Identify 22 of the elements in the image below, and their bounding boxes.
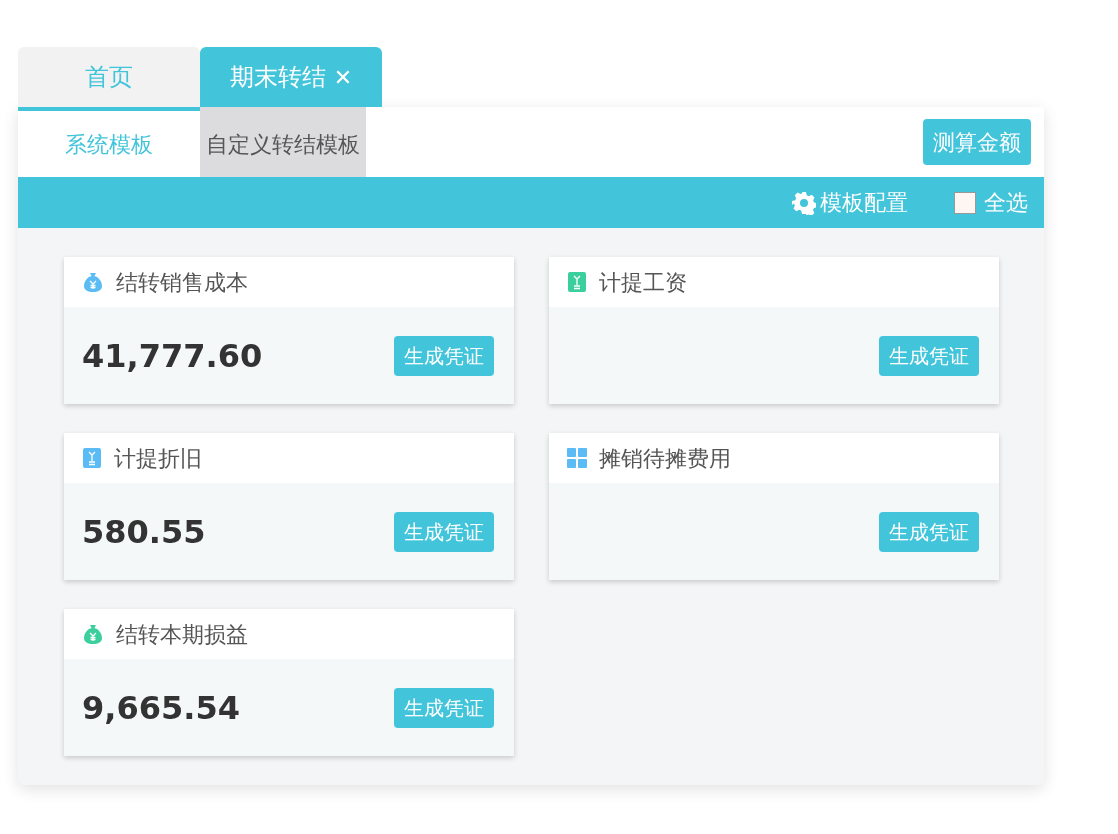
card-title: 摊销待摊费用: [599, 444, 731, 473]
generate-voucher-button[interactable]: 生成凭证: [394, 511, 494, 552]
amount: 580.55: [82, 511, 206, 553]
card-title: 计提折旧: [114, 444, 202, 473]
generate-voucher-button[interactable]: 生成凭证: [879, 335, 979, 376]
tab[interactable]: 期末转结 ✕: [200, 47, 382, 107]
select-all-checkbox[interactable]: [954, 191, 976, 214]
gear-icon[interactable]: [792, 190, 816, 215]
amount: 41,777.60: [82, 335, 263, 377]
sub-tab[interactable]: 自定义转结模板: [200, 107, 366, 177]
estimate-button[interactable]: 测算金额: [923, 119, 1031, 165]
select-all-label[interactable]: 全选: [984, 186, 1028, 219]
generate-voucher-button[interactable]: 生成凭证: [394, 687, 494, 728]
amount: 9,665.54: [82, 687, 240, 729]
tab[interactable]: 首页: [18, 47, 200, 107]
card-title: 结转销售成本: [116, 268, 248, 297]
generate-voucher-button[interactable]: 生成凭证: [394, 335, 494, 376]
card-title: 计提工资: [599, 268, 687, 297]
generate-voucher-button[interactable]: 生成凭证: [879, 511, 979, 552]
card-title: 结转本期损益: [116, 620, 248, 649]
close-icon[interactable]: ✕: [333, 60, 353, 94]
template-config-link[interactable]: 模板配置: [820, 186, 908, 219]
